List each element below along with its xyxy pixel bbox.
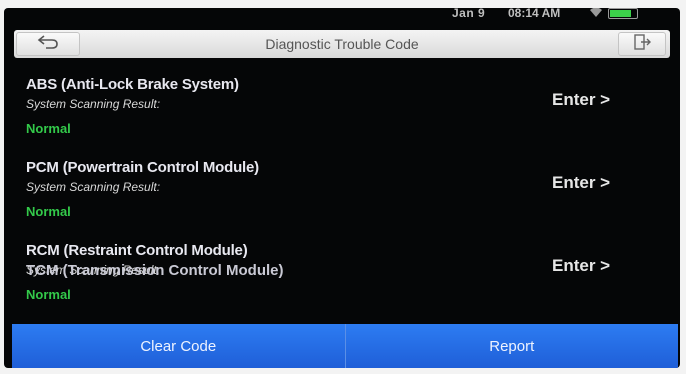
exit-icon: [633, 33, 651, 55]
clear-code-button[interactable]: Clear Code: [12, 324, 346, 368]
system-status: Normal: [26, 204, 71, 219]
status-time: 08:14 AM: [508, 8, 561, 20]
wifi-icon: [589, 8, 603, 21]
exit-button[interactable]: [618, 32, 666, 56]
footer-bar: Clear Code Report: [12, 324, 678, 368]
list-item[interactable]: PCM (Powertrain Control Module) System S…: [4, 147, 680, 227]
report-button[interactable]: Report: [345, 324, 678, 368]
battery-icon: [608, 8, 638, 19]
device-screen: Jan 9 08:14 AM Diagnostic Trouble Code A…: [4, 8, 680, 368]
enter-button[interactable]: Enter >: [552, 90, 610, 110]
status-bar: Jan 9 08:14 AM: [4, 8, 680, 28]
list-item-partial[interactable]: TCM (Transmission Control Module): [26, 262, 284, 279]
list-item[interactable]: ABS (Anti-Lock Brake System) System Scan…: [4, 64, 680, 144]
system-name: ABS (Anti-Lock Brake System): [26, 76, 239, 93]
enter-button[interactable]: Enter >: [552, 256, 610, 276]
system-subtitle: System Scanning Result:: [26, 180, 161, 194]
system-status: Normal: [26, 287, 71, 302]
system-status: Normal: [26, 121, 71, 136]
system-name: PCM (Powertrain Control Module): [26, 159, 259, 176]
battery-level: [610, 10, 631, 17]
status-date: Jan 9: [452, 8, 486, 20]
system-subtitle: System Scanning Result:: [26, 97, 161, 111]
page-title: Diagnostic Trouble Code: [265, 36, 419, 52]
title-bar: Diagnostic Trouble Code: [14, 30, 670, 58]
enter-button[interactable]: Enter >: [552, 173, 610, 193]
system-name: RCM (Restraint Control Module): [26, 242, 248, 259]
